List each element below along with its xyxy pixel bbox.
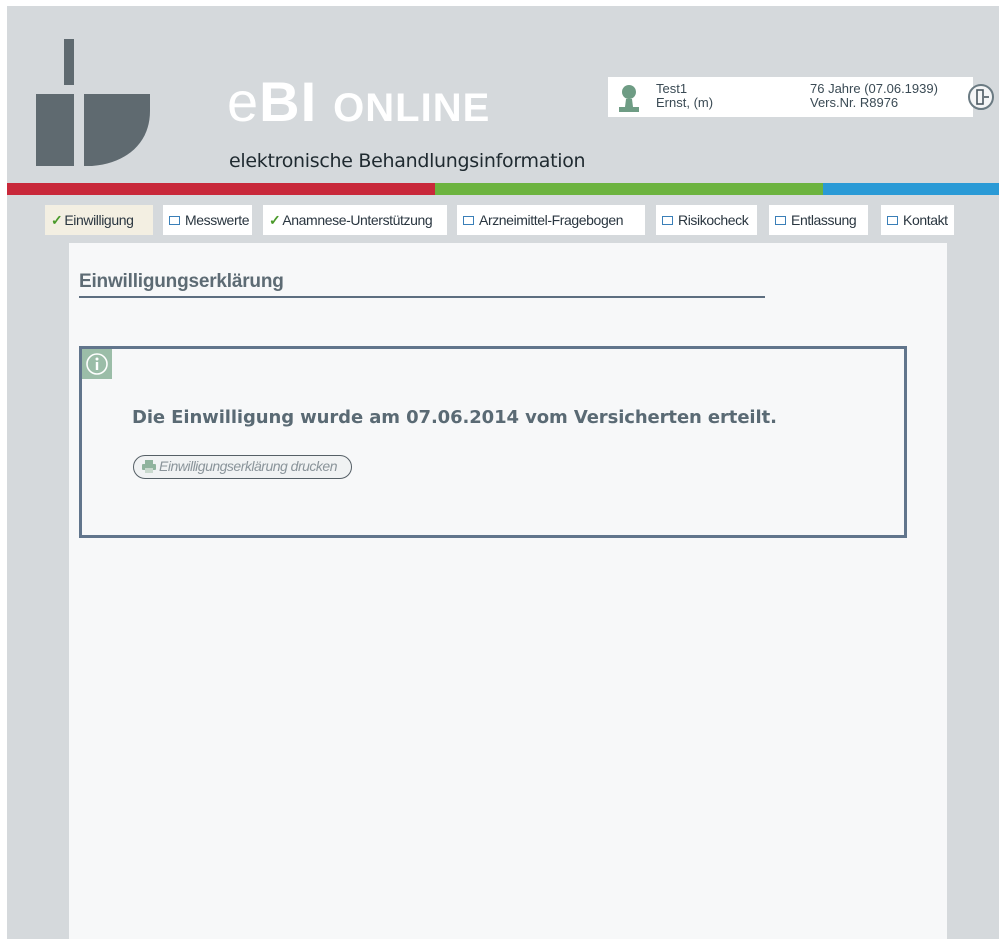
brand-e: e	[227, 70, 260, 133]
info-box: Die Einwilligung wurde am 07.06.2014 vom…	[79, 346, 907, 538]
tab-kontakt[interactable]: Kontakt	[881, 205, 954, 235]
color-stripe-red	[7, 183, 435, 195]
title-divider	[79, 296, 765, 298]
patient-insurance-number: Vers.Nr. R8976	[810, 95, 899, 110]
info-icon	[82, 349, 112, 379]
print-consent-button[interactable]: Einwilligungserklärung drucken	[133, 455, 352, 479]
patient-name: Test1 Ernst, (m)	[656, 82, 713, 110]
printer-icon	[142, 460, 156, 473]
square-icon	[887, 215, 898, 225]
print-button-label: Einwilligungserklärung drucken	[159, 458, 338, 474]
tab-label: Einwilligung	[64, 212, 134, 228]
logout-button[interactable]	[968, 84, 994, 110]
square-icon	[169, 215, 180, 225]
brand-online: ONLINE	[333, 86, 491, 130]
tab-label: Kontakt	[903, 212, 948, 228]
square-icon	[775, 215, 786, 225]
person-icon	[619, 85, 639, 112]
tab-label: Risikocheck	[678, 212, 749, 228]
patient-line-1: Test1	[656, 81, 688, 96]
app-window: eBI ONLINE elektronische Behandlungsinfor…	[7, 6, 999, 939]
page-title: Einwilligungserklärung	[79, 271, 284, 292]
patient-info-box: Test1 Ernst, (m) 76 Jahre (07.06.1939) V…	[608, 77, 973, 117]
ebi-logo-icon	[36, 39, 150, 166]
content-panel: Einwilligungserklärung Die Einwilligung …	[69, 243, 947, 939]
patient-meta: 76 Jahre (07.06.1939) Vers.Nr. R8976	[810, 82, 938, 110]
tab-label: Messwerte	[185, 212, 250, 228]
checkmark-icon: ✓	[269, 212, 281, 228]
square-icon	[463, 215, 474, 225]
patient-line-2: Ernst, (m)	[656, 95, 714, 110]
tab-arzneimittel-fragebogen[interactable]: Arzneimittel-Fragebogen	[457, 205, 645, 235]
checkmark-icon: ✓	[51, 212, 63, 228]
color-stripe-green	[435, 183, 823, 195]
tab-entlassung[interactable]: Entlassung	[769, 205, 868, 235]
patient-age: 76 Jahre (07.06.1939)	[810, 81, 938, 96]
tab-anamnese-unterstuetzung[interactable]: ✓ Anamnese-Unterstützung	[263, 205, 447, 235]
square-icon	[662, 215, 673, 225]
tab-einwilligung[interactable]: ✓ Einwilligung	[45, 205, 153, 235]
brand-bi: BI	[259, 70, 318, 133]
tab-messwerte[interactable]: Messwerte	[163, 205, 252, 235]
exit-door-icon	[976, 89, 989, 105]
brand-title: eBI ONLINE	[227, 74, 490, 136]
color-stripe-blue	[823, 183, 999, 195]
tab-risikocheck[interactable]: Risikocheck	[656, 205, 757, 235]
tab-label: Anamnese-Unterstützung	[282, 212, 433, 228]
consent-status-message: Die Einwilligung wurde am 07.06.2014 vom…	[132, 407, 777, 428]
brand-subtitle: elektronische Behandlungsinformation	[229, 150, 586, 172]
tab-label: Arzneimittel-Fragebogen	[479, 212, 624, 228]
tab-label: Entlassung	[791, 212, 857, 228]
